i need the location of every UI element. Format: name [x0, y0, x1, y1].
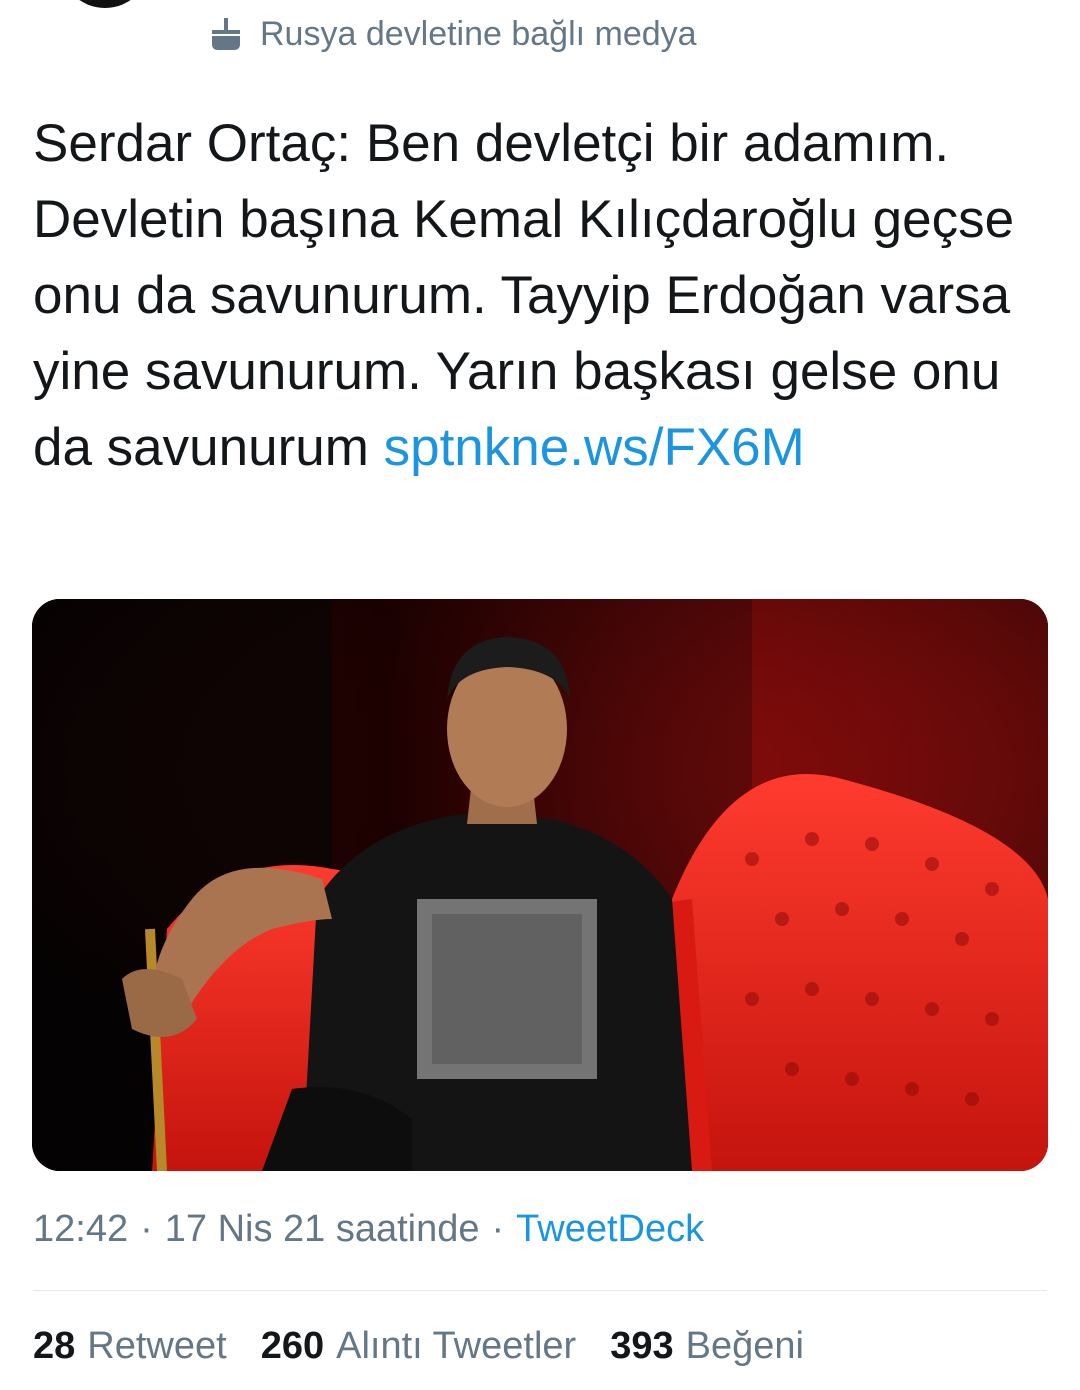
likes-count: 393	[610, 1325, 674, 1367]
author-avatar[interactable]	[60, 0, 150, 8]
likes-label: Beğeni	[685, 1325, 804, 1367]
quote-tweets-count: 260	[260, 1325, 325, 1367]
tweet-media-photo[interactable]	[32, 599, 1048, 1171]
retweets-count: 28	[33, 1325, 76, 1367]
quote-tweets-label: Alıntı Tweetler	[336, 1325, 577, 1367]
tweet-link[interactable]: sptnkne.ws/FX6M	[384, 418, 805, 477]
tweet-source-link[interactable]: TweetDeck	[516, 1208, 704, 1251]
tweet-stats: 28 Retweet 260 Alıntı Tweetler 393 Beğen…	[33, 1325, 804, 1368]
tweet-text: Serdar Ortaç: Ben devletçi bir adamım. D…	[33, 106, 1043, 486]
meta-separator: ·	[140, 1208, 153, 1250]
likes-stat[interactable]: 393 Beğeni	[610, 1325, 804, 1368]
state-media-label[interactable]: Rusya devletine bağlı medya	[206, 12, 697, 56]
retweets-label: Retweet	[87, 1325, 227, 1367]
tweet-time[interactable]: 12:42	[33, 1208, 128, 1251]
tweet-date[interactable]: 17 Nis 21 saatinde	[165, 1208, 480, 1251]
state-media-icon	[212, 18, 240, 50]
quote-tweets-stat[interactable]: 260 Alıntı Tweetler	[261, 1325, 577, 1368]
meta-separator: ·	[491, 1208, 505, 1250]
state-media-label-text: Rusya devletine bağlı medya	[260, 14, 697, 53]
tweet-meta: 12:42 · 17 Nis 21 saatinde · TweetDeck	[33, 1208, 704, 1251]
photo-illustration	[32, 599, 1048, 1171]
divider	[33, 1290, 1047, 1291]
retweets-stat[interactable]: 28 Retweet	[33, 1325, 227, 1368]
